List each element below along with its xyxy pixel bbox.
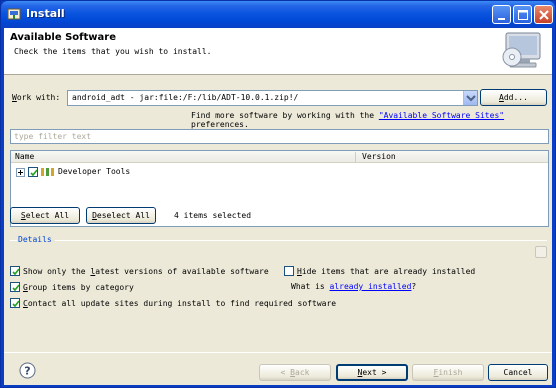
contact-sites-label: Contact all update sites during install … bbox=[23, 299, 337, 308]
details-resize-handle[interactable] bbox=[535, 246, 547, 258]
details-separator-left bbox=[10, 240, 17, 241]
work-with-label: Work with: bbox=[12, 93, 61, 102]
maximize-button[interactable] bbox=[513, 5, 532, 24]
show-latest-checkbox[interactable] bbox=[10, 266, 20, 276]
chevron-down-icon bbox=[466, 95, 476, 102]
what-is-installed-text: What is already installed? bbox=[291, 282, 417, 291]
column-divider[interactable] bbox=[355, 152, 356, 162]
tree-row[interactable]: Developer Tools bbox=[11, 166, 548, 178]
checkmark-icon bbox=[12, 268, 20, 276]
svg-text:?: ? bbox=[24, 365, 30, 378]
footer-separator bbox=[4, 352, 552, 353]
close-button[interactable] bbox=[534, 5, 553, 24]
details-separator-right bbox=[55, 240, 547, 241]
dialog-body: Available Software Check the items that … bbox=[4, 28, 552, 385]
back-button[interactable]: < Back bbox=[259, 364, 331, 381]
checkmark-icon bbox=[12, 284, 20, 292]
filter-placeholder: type filter text bbox=[14, 132, 92, 141]
column-name[interactable]: Name bbox=[15, 152, 34, 161]
feature-group-icon bbox=[41, 168, 54, 176]
help-icon[interactable]: ? bbox=[19, 362, 36, 379]
contact-sites-checkbox[interactable] bbox=[10, 298, 20, 308]
title-bar[interactable]: Install bbox=[1, 1, 555, 28]
tree-header: Name Version bbox=[11, 151, 548, 163]
close-icon bbox=[539, 10, 549, 20]
finish-button[interactable]: Finish bbox=[412, 364, 484, 381]
available-software-sites-link[interactable]: "Available Software Sites" bbox=[379, 111, 504, 120]
minimize-icon bbox=[498, 18, 505, 20]
work-with-combo[interactable]: android_adt - jar:file:/F:/lib/ADT-10.0.… bbox=[67, 90, 478, 106]
page-description: Check the items that you wish to install… bbox=[14, 47, 212, 56]
column-version[interactable]: Version bbox=[362, 152, 396, 161]
maximize-icon bbox=[518, 10, 528, 20]
hide-installed-checkbox[interactable] bbox=[284, 266, 294, 276]
deselect-all-button[interactable]: Deselect All bbox=[86, 207, 156, 224]
combo-dropdown-button[interactable] bbox=[463, 91, 477, 105]
group-by-category-checkbox[interactable] bbox=[10, 282, 20, 292]
page-title: Available Software bbox=[10, 32, 117, 43]
monitor-cd-icon bbox=[502, 32, 541, 68]
filter-input[interactable]: type filter text bbox=[10, 129, 549, 144]
checkmark-icon bbox=[12, 300, 20, 308]
select-all-button[interactable]: Select All bbox=[10, 207, 80, 224]
find-more-text: Find more software by working with the "… bbox=[191, 111, 505, 129]
selection-count: 4 items selected bbox=[174, 211, 252, 220]
already-installed-link[interactable]: already installed bbox=[330, 282, 412, 291]
install-window: Install Available Software Check the ite… bbox=[0, 0, 556, 388]
minimize-button[interactable] bbox=[492, 5, 511, 24]
hide-installed-label: Hide items that are already installed bbox=[297, 267, 476, 276]
wizard-header: Available Software Check the items that … bbox=[4, 28, 552, 75]
next-button[interactable]: Next > bbox=[336, 364, 408, 381]
developer-tools-label: Developer Tools bbox=[58, 167, 131, 176]
install-icon bbox=[7, 7, 21, 21]
work-with-value: android_adt - jar:file:/F:/lib/ADT-10.0.… bbox=[72, 93, 299, 102]
show-latest-label: Show only the latest versions of availab… bbox=[23, 267, 269, 276]
developer-tools-checkbox[interactable] bbox=[28, 167, 38, 177]
group-by-category-label: Group items by category bbox=[23, 283, 134, 292]
checkmark-icon bbox=[30, 169, 38, 177]
details-label: Details bbox=[18, 235, 52, 244]
expand-icon[interactable] bbox=[16, 168, 25, 177]
cancel-button[interactable]: Cancel bbox=[488, 364, 548, 381]
window-title: Install bbox=[26, 7, 65, 20]
add-site-button[interactable]: Add... bbox=[480, 89, 547, 106]
